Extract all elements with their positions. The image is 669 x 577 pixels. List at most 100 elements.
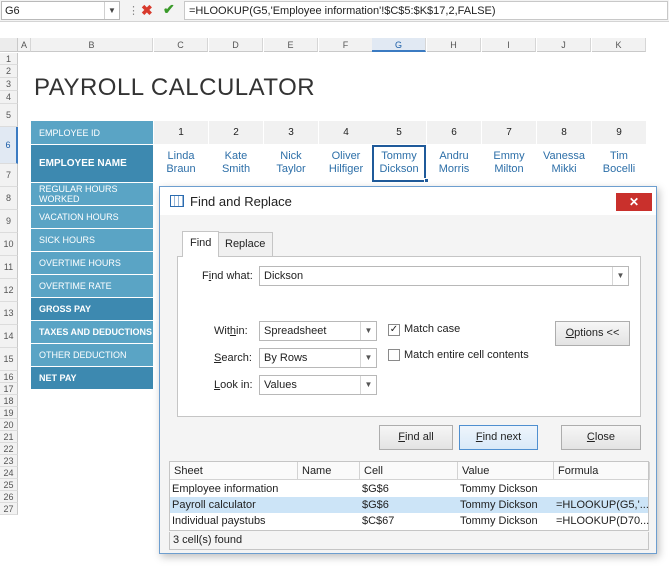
employee-id-cell[interactable]: 9 [592, 121, 646, 144]
find-next-button[interactable]: Find next [459, 425, 538, 450]
employee-id-cell[interactable]: 5 [372, 121, 426, 144]
check-icon[interactable]: ✔ [163, 1, 175, 18]
employee-name-cell[interactable]: Tommy Dickson [372, 145, 426, 182]
employee-name-cell[interactable]: Kate Smith [209, 145, 263, 182]
dialog-titlebar[interactable]: Find and Replace ✕ [160, 187, 656, 215]
chevron-down-icon[interactable]: ▼ [612, 267, 628, 285]
row-header-13[interactable]: 13 [0, 302, 18, 325]
employee-id-cell[interactable]: 8 [537, 121, 591, 144]
find-what-input[interactable]: Dickson ▼ [259, 266, 629, 286]
results-cell-formula [554, 481, 650, 497]
row-header-4[interactable]: 4 [0, 91, 18, 104]
options-button[interactable]: Options << [555, 321, 630, 346]
find-replace-dialog: Find and Replace ✕ Find Replace Find wha… [159, 186, 657, 554]
row-header-8[interactable]: 8 [0, 187, 18, 210]
column-header-h[interactable]: H [427, 38, 481, 52]
row-header-17[interactable]: 17 [0, 383, 18, 395]
results-cell-cell: $C$67 [362, 515, 395, 527]
results-column-cell[interactable]: Cell [360, 462, 458, 480]
name-box[interactable]: G6 ▼ [1, 1, 120, 20]
column-header-g[interactable]: G [372, 38, 426, 52]
column-header-j[interactable]: J [537, 38, 591, 52]
employee-id-cell[interactable]: 7 [482, 121, 536, 144]
employee-last-name: Hilfiger [328, 163, 364, 175]
column-header-a[interactable]: A [18, 38, 31, 52]
row-header-18[interactable]: 18 [0, 395, 18, 407]
column-header-e[interactable]: E [264, 38, 318, 52]
employee-name-cell[interactable]: Vanessa Mikki [537, 145, 591, 182]
row-header-27[interactable]: 27 [0, 503, 18, 515]
cross-icon[interactable]: ✖ [141, 2, 153, 19]
chevron-down-icon[interactable]: ▼ [360, 322, 376, 340]
results-column-sheet[interactable]: Sheet [170, 462, 298, 480]
row-header-24[interactable]: 24 [0, 467, 18, 479]
chevron-down-icon[interactable]: ▼ [360, 376, 376, 394]
row-header-25[interactable]: 25 [0, 479, 18, 491]
row-header-19[interactable]: 19 [0, 407, 18, 419]
select-all-corner[interactable] [0, 38, 18, 52]
row-header-26[interactable]: 26 [0, 491, 18, 503]
search-select[interactable]: By Rows ▼ [259, 348, 377, 368]
results-column-value[interactable]: Value [458, 462, 554, 480]
row-header-9[interactable]: 9 [0, 210, 18, 233]
row-header-16[interactable]: 16 [0, 371, 18, 383]
employee-id-cell[interactable]: 6 [427, 121, 481, 144]
results-cell-sheet: Payroll calculator [172, 499, 256, 511]
row-header-7[interactable]: 7 [0, 164, 18, 187]
employee-name-cell[interactable]: Linda Braun [154, 145, 208, 182]
row-header-1[interactable]: 1 [0, 53, 18, 65]
chevron-down-icon[interactable]: ▼ [360, 349, 376, 367]
search-value: By Rows [264, 352, 308, 364]
match-case-checkbox[interactable]: ✓ [388, 324, 400, 336]
row-header-2[interactable]: 2 [0, 65, 18, 78]
results-column-formula[interactable]: Formula [554, 462, 650, 480]
column-header-i[interactable]: I [482, 38, 536, 52]
lookin-select[interactable]: Values ▼ [259, 375, 377, 395]
results-column-name[interactable]: Name [298, 462, 360, 480]
table-row[interactable]: Employee information $G$6 Tommy Dickson [170, 481, 648, 497]
row-header-21[interactable]: 21 [0, 431, 18, 443]
employee-name-cell[interactable]: Oliver Hilfiger [319, 145, 373, 182]
tab-find[interactable]: Find [182, 231, 220, 257]
label-employee-id: EMPLOYEE ID [31, 121, 153, 144]
row-header-10[interactable]: 10 [0, 233, 18, 256]
column-header-d[interactable]: D [209, 38, 263, 52]
column-header-k[interactable]: K [592, 38, 646, 52]
find-what-value: Dickson [264, 270, 304, 282]
employee-id-cell[interactable]: 3 [264, 121, 318, 144]
match-entire-checkbox[interactable] [388, 349, 400, 361]
column-header-f[interactable]: F [319, 38, 373, 52]
row-header-12[interactable]: 12 [0, 279, 18, 302]
employee-name-cell[interactable]: Emmy Milton [482, 145, 536, 182]
close-icon[interactable]: ✕ [616, 193, 652, 211]
row-header-22[interactable]: 22 [0, 443, 18, 455]
row-header-5[interactable]: 5 [0, 104, 18, 127]
find-all-button[interactable]: Find all [379, 425, 453, 450]
label-other-deduction: OTHER DEDUCTION [31, 344, 153, 366]
row-header-3[interactable]: 3 [0, 78, 18, 91]
employee-name-cell[interactable]: Nick Taylor [264, 145, 318, 182]
row-header-6[interactable]: 6 [0, 127, 18, 164]
status-bar: 3 cell(s) found [169, 532, 649, 550]
employee-name-cell[interactable]: Andru Morris [427, 145, 481, 182]
fill-handle[interactable] [424, 178, 429, 183]
table-row[interactable]: Payroll calculator $G$6 Tommy Dickson =HLOO… [170, 497, 649, 513]
row-header-11[interactable]: 11 [0, 256, 18, 279]
row-header-20[interactable]: 20 [0, 419, 18, 431]
row-header-15[interactable]: 15 [0, 348, 18, 371]
tab-replace[interactable]: Replace [217, 232, 274, 256]
employee-id-cell[interactable]: 1 [154, 121, 208, 144]
employee-first-name: Nick [280, 150, 302, 162]
column-header-b[interactable]: B [31, 38, 153, 52]
row-header-14[interactable]: 14 [0, 325, 18, 348]
chevron-down-icon[interactable]: ▼ [104, 2, 119, 19]
column-header-c[interactable]: C [154, 38, 208, 52]
formula-input[interactable]: =HLOOKUP(G5,'Employee information'!$C$5:… [184, 1, 668, 20]
employee-id-cell[interactable]: 4 [319, 121, 373, 144]
row-header-23[interactable]: 23 [0, 455, 18, 467]
within-select[interactable]: Spreadsheet ▼ [259, 321, 377, 341]
employee-id-cell[interactable]: 2 [209, 121, 263, 144]
table-row[interactable]: Individual paystubs $C$67 Tommy Dickson =HL… [170, 513, 649, 529]
employee-name-cell[interactable]: Tim Bocelli [592, 145, 646, 182]
close-button[interactable]: Close [561, 425, 641, 450]
